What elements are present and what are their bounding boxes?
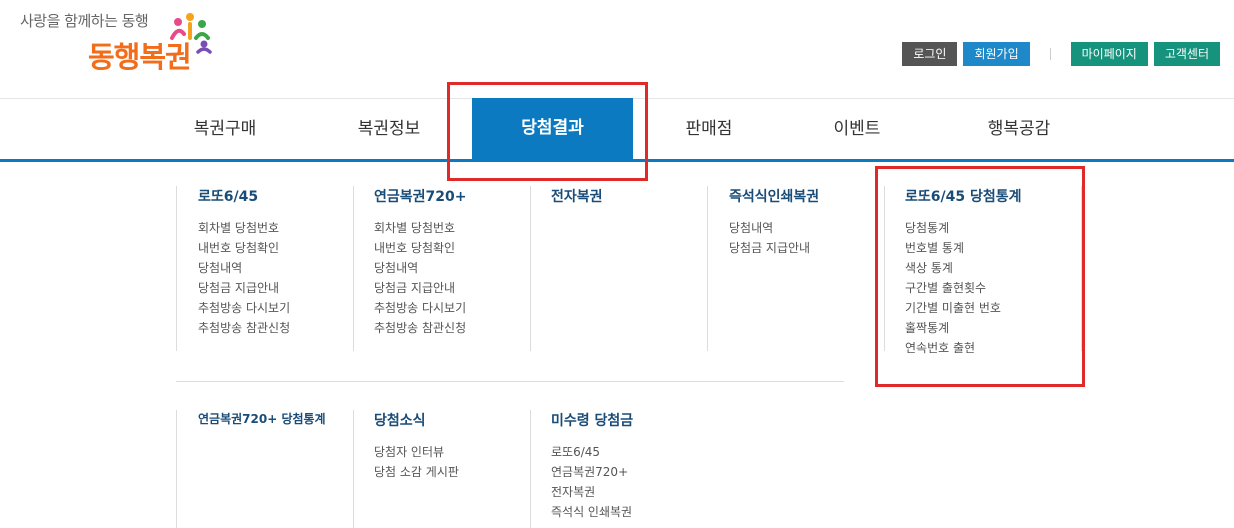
menu-link[interactable]: 내번호 당첨확인 [198,238,368,258]
menu-col-lotto645: 로또6/45 회차별 당첨번호 내번호 당첨확인 당첨내역 당첨금 지급안내 추… [176,186,368,351]
menu-link[interactable]: 당첨 소감 게시판 [374,462,544,482]
menu-title[interactable]: 연금복권720+ [374,186,544,206]
mypage-button[interactable]: 마이페이지 [1070,42,1148,66]
menu-link[interactable]: 로또6/45 [551,442,721,462]
menu-col-unclaimed: 미수령 당첨금 로또6/45 연금복권720+ 전자복권 즉석식 인쇄복권 [530,410,721,528]
menu-link[interactable]: 당첨금 지급안내 [729,238,899,258]
menu-link[interactable]: 전자복권 [551,482,721,502]
nav-item-lottery-info[interactable]: 복권정보 [314,99,464,160]
nav-item-stores[interactable]: 판매점 [634,99,784,160]
button-separator [1049,48,1051,60]
menu-link[interactable]: 추첨방송 참관신청 [374,318,544,338]
menu-col-instant: 즉석식인쇄복권 당첨내역 당첨금 지급안내 [707,186,899,351]
menu-title[interactable]: 전자복권 [551,186,721,206]
menu-link[interactable]: 내번호 당첨확인 [374,238,544,258]
menu-title[interactable]: 당첨소식 [374,410,544,430]
menu-link[interactable]: 당첨내역 [729,218,899,238]
menu-divider [176,381,844,382]
join-button[interactable]: 회원가입 [963,42,1030,66]
menu-col-pension-stats: 연금복권720+ 당첨통계 [176,410,368,528]
customer-center-button[interactable]: 고객센터 [1153,42,1220,66]
highlight-box-results-tab [447,82,648,181]
login-button[interactable]: 로그인 [902,42,958,66]
menu-link[interactable]: 추첨방송 다시보기 [198,298,368,318]
menu-link[interactable]: 당첨금 지급안내 [198,278,368,298]
menu-title[interactable]: 로또6/45 [198,186,368,206]
menu-link[interactable]: 추첨방송 다시보기 [374,298,544,318]
menu-link[interactable]: 회차별 당첨번호 [198,218,368,238]
menu-link[interactable]: 추첨방송 참관신청 [198,318,368,338]
menu-link[interactable]: 회차별 당첨번호 [374,218,544,238]
menu-title[interactable]: 미수령 당첨금 [551,410,721,430]
menu-title[interactable]: 연금복권720+ 당첨통계 [198,410,368,427]
menu-link[interactable]: 당첨금 지급안내 [374,278,544,298]
menu-link[interactable]: 당첨내역 [374,258,544,278]
menu-col-pension720: 연금복권720+ 회차별 당첨번호 내번호 당첨확인 당첨내역 당첨금 지급안내… [353,186,544,351]
menu-title[interactable]: 즉석식인쇄복권 [729,186,899,206]
nav-item-happiness[interactable]: 행복공감 [944,99,1094,160]
menu-col-winner-news: 당첨소식 당첨자 인터뷰 당첨 소감 게시판 [353,410,544,528]
menu-link[interactable]: 당첨자 인터뷰 [374,442,544,462]
slogan: 사랑을 함께하는 동행 [20,12,149,30]
nav-item-lottery-purchase[interactable]: 복권구매 [150,99,300,160]
nav-item-events[interactable]: 이벤트 [782,99,932,160]
logo-people-icon [170,13,212,54]
top-utility-buttons: 로그인 회원가입 마이페이지 고객센터 [896,42,1220,66]
menu-link[interactable]: 연금복권720+ [551,462,721,482]
highlight-box-lotto-stats [875,166,1085,387]
menu-link[interactable]: 당첨내역 [198,258,368,278]
menu-link[interactable]: 즉석식 인쇄복권 [551,502,721,522]
menu-col-e-lottery: 전자복권 [530,186,721,351]
